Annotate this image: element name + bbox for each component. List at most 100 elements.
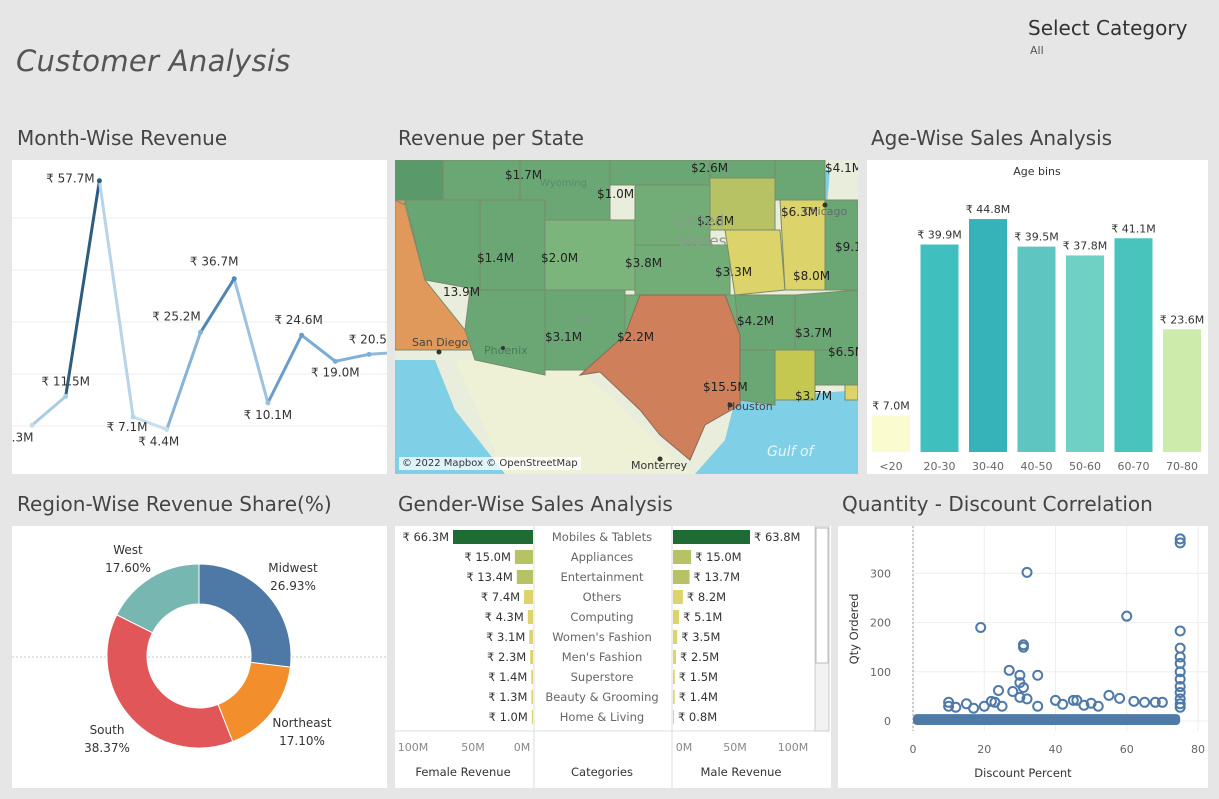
line-point xyxy=(130,414,136,420)
scatter-x-tick: 80 xyxy=(1191,743,1205,756)
map-place-united: United xyxy=(675,212,724,230)
donut-percent-label: 38.37% xyxy=(84,741,130,755)
age-bar-label: ₹ 39.5M xyxy=(1014,231,1058,244)
age-bar xyxy=(969,219,1007,452)
line-segment xyxy=(232,277,270,405)
age-bar xyxy=(1163,329,1201,452)
female-bar xyxy=(524,590,533,604)
female-bar xyxy=(530,650,533,664)
female-bar-label: ₹ 13.4M xyxy=(466,570,513,584)
line-data-label: ₹ 20.5M xyxy=(349,332,387,346)
scatter-y-tick: 300 xyxy=(870,567,891,580)
female-bar-label: ₹ 3.1M xyxy=(486,630,525,644)
age-bar xyxy=(872,415,910,452)
scatter-point xyxy=(1139,696,1151,708)
month-revenue-chart[interactable]: ₹ 5.3M ₹ 11.5M ₹ 57.7M ₹ 7.1M₹ 4.4M ₹ 25.2M ₹… xyxy=(0,160,406,474)
map-state-label: $15.5M xyxy=(703,380,748,394)
donut-category-label: Midwest xyxy=(268,561,318,575)
line-data-label: ₹ 5.3M xyxy=(12,430,33,444)
female-axis-tick: 50M xyxy=(461,741,485,754)
line-point xyxy=(29,422,35,428)
age-tick-label: 20-30 xyxy=(924,460,956,473)
category-label: Others xyxy=(583,590,622,604)
male-bar xyxy=(673,550,692,564)
map-state-label: $8.0M xyxy=(793,269,830,283)
scatter-y-tick: 0 xyxy=(884,715,891,728)
scatter-point xyxy=(1032,700,1044,712)
line-point xyxy=(265,400,271,406)
male-bar xyxy=(673,590,683,604)
line-point xyxy=(63,393,69,399)
female-bar xyxy=(531,710,533,724)
scatter-x-tick: 40 xyxy=(1049,743,1063,756)
scatter-point xyxy=(1057,698,1069,710)
female-bar xyxy=(531,690,533,704)
map-place-gulf: Gulf of xyxy=(767,444,816,460)
map-place-wyoming: Wyoming xyxy=(540,178,587,189)
female-bar xyxy=(531,670,533,684)
female-bar-label: ₹ 66.3M xyxy=(403,530,450,544)
line-segment xyxy=(266,333,304,405)
category-label: Superstore xyxy=(571,670,634,684)
map-state-label: $3.7M xyxy=(795,389,832,403)
map-state-label: $3.8M xyxy=(625,256,662,270)
male-bar-label: ₹ 63.8M xyxy=(754,530,801,544)
female-bar-label: ₹ 1.3M xyxy=(488,690,527,704)
line-point xyxy=(366,351,372,357)
scatter-x-tick: 0 xyxy=(910,743,917,756)
line-segment xyxy=(64,179,101,398)
scatter-point xyxy=(968,702,980,714)
age-sales-chart[interactable]: Age bins ₹ 7.0M <20 ₹ 39.9M 20-30 ₹ 44.8M 30-4… xyxy=(867,160,1208,474)
line-segment xyxy=(97,179,135,419)
age-bar-label: ₹ 23.6M xyxy=(1160,313,1204,326)
map-place-states: States xyxy=(679,232,727,250)
line-data-label: ₹ 36.7M xyxy=(190,255,239,269)
map-state-label: $9.1M xyxy=(835,240,858,254)
map-state-label: $2.2M xyxy=(617,330,654,344)
category-label: Computing xyxy=(570,610,633,624)
age-tick-label: 40-50 xyxy=(1021,460,1053,473)
line-data-label: ₹ 11.5M xyxy=(41,374,90,388)
male-bar-label: ₹ 5.1M xyxy=(683,610,722,624)
month-revenue-title: Month-Wise Revenue xyxy=(17,126,228,150)
line-segment xyxy=(333,352,371,363)
category-filter-value[interactable]: All xyxy=(1030,44,1044,57)
line-data-label: ₹ 10.1M xyxy=(244,408,293,422)
map-state-label: $2.0M xyxy=(541,251,578,265)
male-bar xyxy=(673,610,680,624)
region-donut-chart[interactable]: Midwest 26.93% Northeast 17.10% South 38.37% W… xyxy=(12,526,387,788)
female-bar xyxy=(527,610,533,624)
gender-sales-chart[interactable]: ₹ 66.3M ₹ 63.8M Mobiles & Tablets ₹ 15.0M ₹ … xyxy=(395,525,831,788)
age-tick-label: 50-60 xyxy=(1069,460,1101,473)
qty-discount-chart[interactable]: 0 20 40 60 80 0 100 200 300 Discount Percent Qty O… xyxy=(838,526,1208,788)
age-bar-label: ₹ 7.0M xyxy=(872,400,909,413)
line-data-label: ₹ 19.0M xyxy=(311,365,360,379)
line-data-label: ₹ 25.2M xyxy=(152,309,201,323)
map-attribution: © 2022 Mapbox © OpenStreetMap xyxy=(399,457,581,470)
line-segment xyxy=(300,333,337,363)
male-bar xyxy=(673,710,674,724)
map-state-label: 13.9M xyxy=(443,285,480,299)
category-label: Men's Fashion xyxy=(562,650,643,664)
male-bar xyxy=(673,570,690,584)
age-bar xyxy=(920,244,959,452)
scatter-y-title: Qty Ordered xyxy=(847,594,861,665)
female-bar xyxy=(529,630,533,644)
donut-percent-label: 17.60% xyxy=(105,561,151,575)
male-bar-label: ₹ 2.5M xyxy=(680,650,719,664)
category-label: Women's Fashion xyxy=(552,630,652,644)
scatter-point xyxy=(1103,689,1115,701)
male-bar xyxy=(673,630,678,644)
map-state-label: $1.0M xyxy=(597,187,634,201)
male-axis-tick: 100M xyxy=(778,741,809,754)
age-bar xyxy=(1066,255,1104,452)
male-bar-label: ₹ 3.5M xyxy=(681,630,720,644)
scatter-y-tick: 200 xyxy=(870,617,891,630)
month-revenue-panel: ₹ 5.3M ₹ 11.5M ₹ 57.7M ₹ 7.1M₹ 4.4M ₹ 25.2M ₹… xyxy=(0,160,406,474)
state-revenue-title: Revenue per State xyxy=(398,126,584,150)
scatter-x-tick: 20 xyxy=(977,743,991,756)
category-label: Beauty & Grooming xyxy=(545,690,658,704)
age-tick-label: <20 xyxy=(879,460,902,473)
state-revenue-map[interactable]: $1.7M $2.6M $4.1M$1.0M$6.3M$2.8M$1.4M $2.0M… xyxy=(395,160,858,474)
scatter-y-tick: 100 xyxy=(870,666,891,679)
